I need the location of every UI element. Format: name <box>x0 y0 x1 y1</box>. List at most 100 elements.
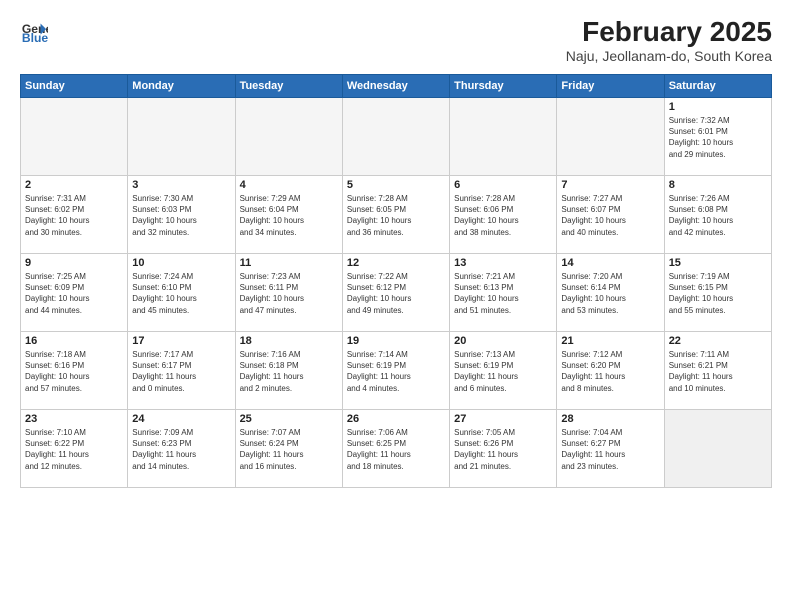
weekday-sunday: Sunday <box>21 75 128 98</box>
day-info: Sunrise: 7:04 AM Sunset: 6:27 PM Dayligh… <box>561 427 659 472</box>
day-info: Sunrise: 7:12 AM Sunset: 6:20 PM Dayligh… <box>561 349 659 394</box>
day-info: Sunrise: 7:07 AM Sunset: 6:24 PM Dayligh… <box>240 427 338 472</box>
calendar-cell: 18Sunrise: 7:16 AM Sunset: 6:18 PM Dayli… <box>235 332 342 410</box>
calendar-cell <box>664 410 771 488</box>
day-number: 5 <box>347 179 445 191</box>
calendar-cell: 3 Sunrise: 7:30 AM Sunset: 6:03 PM Daylig… <box>128 176 235 254</box>
calendar-cell: 28 Sunrise: 7:04 AM Sunset: 6:27 PM Dayli… <box>557 410 664 488</box>
calendar-title: February 2025 <box>566 16 772 48</box>
day-number: 3 <box>132 179 230 191</box>
weekday-saturday: Saturday <box>664 75 771 98</box>
calendar-cell: 20 Sunrise: 7:13 AM Sunset: 6:19 PM Dayli… <box>450 332 557 410</box>
title-section: February 2025 Naju, Jeollanam-do, South … <box>566 16 772 64</box>
calendar-cell <box>450 98 557 176</box>
day-number: 6 <box>454 179 552 191</box>
day-info: Sunrise: 7:21 AM Sunset: 6:13 PM Dayligh… <box>454 271 552 316</box>
day-number: 20 <box>454 335 552 347</box>
day-number: 14 <box>561 257 659 269</box>
day-number: 19 <box>347 335 445 347</box>
calendar-cell: 16 Sunrise: 7:18 AM Sunset: 6:16 PM Dayli… <box>21 332 128 410</box>
weekday-header-row: SundayMondayTuesdayWednesdayThursdayFrid… <box>21 75 772 98</box>
day-info: Sunrise: 7:18 AM Sunset: 6:16 PM Dayligh… <box>25 349 123 394</box>
calendar-cell: 22 Sunrise: 7:11 AM Sunset: 6:21 PM Dayli… <box>664 332 771 410</box>
calendar-cell: 14 Sunrise: 7:20 AM Sunset: 6:14 PM Dayli… <box>557 254 664 332</box>
calendar-cell: 19Sunrise: 7:14 AM Sunset: 6:19 PM Dayli… <box>342 332 449 410</box>
calendar-subtitle: Naju, Jeollanam-do, South Korea <box>566 48 772 64</box>
calendar-cell: 23 Sunrise: 7:10 AM Sunset: 6:22 PM Dayli… <box>21 410 128 488</box>
day-number: 13 <box>454 257 552 269</box>
calendar-cell <box>557 98 664 176</box>
calendar-cell: 8Sunrise: 7:26 AM Sunset: 6:08 PM Daylig… <box>664 176 771 254</box>
day-number: 25 <box>240 413 338 425</box>
day-number: 28 <box>561 413 659 425</box>
day-info: Sunrise: 7:23 AM Sunset: 6:11 PM Dayligh… <box>240 271 338 316</box>
calendar-table: SundayMondayTuesdayWednesdayThursdayFrid… <box>20 74 772 488</box>
calendar-cell: 12Sunrise: 7:22 AM Sunset: 6:12 PM Dayli… <box>342 254 449 332</box>
day-number: 15 <box>669 257 767 269</box>
day-info: Sunrise: 7:06 AM Sunset: 6:25 PM Dayligh… <box>347 427 445 472</box>
week-row-5: 23 Sunrise: 7:10 AM Sunset: 6:22 PM Dayli… <box>21 410 772 488</box>
calendar-cell <box>342 98 449 176</box>
calendar-cell: 25 Sunrise: 7:07 AM Sunset: 6:24 PM Dayli… <box>235 410 342 488</box>
weekday-friday: Friday <box>557 75 664 98</box>
calendar-cell: 27 Sunrise: 7:05 AM Sunset: 6:26 PM Dayli… <box>450 410 557 488</box>
day-info: Sunrise: 7:25 AM Sunset: 6:09 PM Dayligh… <box>25 271 123 316</box>
day-number: 7 <box>561 179 659 191</box>
calendar-cell: 5 Sunrise: 7:28 AM Sunset: 6:05 PM Daylig… <box>342 176 449 254</box>
day-number: 10 <box>132 257 230 269</box>
calendar-cell: 2 Sunrise: 7:31 AM Sunset: 6:02 PM Daylig… <box>21 176 128 254</box>
day-number: 16 <box>25 335 123 347</box>
weekday-wednesday: Wednesday <box>342 75 449 98</box>
page: General Blue February 2025 Naju, Jeollan… <box>0 0 792 612</box>
calendar-cell: 9 Sunrise: 7:25 AM Sunset: 6:09 PM Daylig… <box>21 254 128 332</box>
day-info: Sunrise: 7:20 AM Sunset: 6:14 PM Dayligh… <box>561 271 659 316</box>
day-info: Sunrise: 7:11 AM Sunset: 6:21 PM Dayligh… <box>669 349 767 394</box>
day-number: 23 <box>25 413 123 425</box>
day-number: 26 <box>347 413 445 425</box>
calendar-cell: 4 Sunrise: 7:29 AM Sunset: 6:04 PM Daylig… <box>235 176 342 254</box>
day-number: 2 <box>25 179 123 191</box>
day-info: Sunrise: 7:17 AM Sunset: 6:17 PM Dayligh… <box>132 349 230 394</box>
day-info: Sunrise: 7:27 AM Sunset: 6:07 PM Dayligh… <box>561 193 659 238</box>
day-info: Sunrise: 7:16 AM Sunset: 6:18 PM Dayligh… <box>240 349 338 394</box>
day-info: Sunrise: 7:05 AM Sunset: 6:26 PM Dayligh… <box>454 427 552 472</box>
calendar-cell: 7 Sunrise: 7:27 AM Sunset: 6:07 PM Daylig… <box>557 176 664 254</box>
day-number: 24 <box>132 413 230 425</box>
day-info: Sunrise: 7:29 AM Sunset: 6:04 PM Dayligh… <box>240 193 338 238</box>
day-number: 4 <box>240 179 338 191</box>
day-info: Sunrise: 7:28 AM Sunset: 6:05 PM Dayligh… <box>347 193 445 238</box>
calendar-cell: 13 Sunrise: 7:21 AM Sunset: 6:13 PM Dayli… <box>450 254 557 332</box>
day-info: Sunrise: 7:26 AM Sunset: 6:08 PM Dayligh… <box>669 193 767 238</box>
day-number: 9 <box>25 257 123 269</box>
calendar-cell <box>128 98 235 176</box>
day-info: Sunrise: 7:13 AM Sunset: 6:19 PM Dayligh… <box>454 349 552 394</box>
logo-icon: General Blue <box>20 16 48 44</box>
week-row-3: 9 Sunrise: 7:25 AM Sunset: 6:09 PM Daylig… <box>21 254 772 332</box>
calendar-cell: 11 Sunrise: 7:23 AM Sunset: 6:11 PM Dayli… <box>235 254 342 332</box>
day-info: Sunrise: 7:30 AM Sunset: 6:03 PM Dayligh… <box>132 193 230 238</box>
day-number: 1 <box>669 101 767 113</box>
day-number: 27 <box>454 413 552 425</box>
calendar-cell: 24Sunrise: 7:09 AM Sunset: 6:23 PM Dayli… <box>128 410 235 488</box>
calendar-cell <box>21 98 128 176</box>
day-info: Sunrise: 7:28 AM Sunset: 6:06 PM Dayligh… <box>454 193 552 238</box>
calendar-cell: 17Sunrise: 7:17 AM Sunset: 6:17 PM Dayli… <box>128 332 235 410</box>
calendar-cell: 1 Sunrise: 7:32 AM Sunset: 6:01 PM Daylig… <box>664 98 771 176</box>
header: General Blue February 2025 Naju, Jeollan… <box>20 16 772 64</box>
day-number: 11 <box>240 257 338 269</box>
calendar-cell: 26 Sunrise: 7:06 AM Sunset: 6:25 PM Dayli… <box>342 410 449 488</box>
logo: General Blue <box>20 16 48 44</box>
day-info: Sunrise: 7:10 AM Sunset: 6:22 PM Dayligh… <box>25 427 123 472</box>
calendar-cell: 21Sunrise: 7:12 AM Sunset: 6:20 PM Dayli… <box>557 332 664 410</box>
weekday-monday: Monday <box>128 75 235 98</box>
day-info: Sunrise: 7:31 AM Sunset: 6:02 PM Dayligh… <box>25 193 123 238</box>
weekday-tuesday: Tuesday <box>235 75 342 98</box>
day-number: 22 <box>669 335 767 347</box>
week-row-1: 1 Sunrise: 7:32 AM Sunset: 6:01 PM Daylig… <box>21 98 772 176</box>
calendar-cell: 6 Sunrise: 7:28 AM Sunset: 6:06 PM Daylig… <box>450 176 557 254</box>
calendar-cell: 10Sunrise: 7:24 AM Sunset: 6:10 PM Dayli… <box>128 254 235 332</box>
day-info: Sunrise: 7:19 AM Sunset: 6:15 PM Dayligh… <box>669 271 767 316</box>
calendar-cell: 15 Sunrise: 7:19 AM Sunset: 6:15 PM Dayli… <box>664 254 771 332</box>
svg-text:Blue: Blue <box>22 31 48 44</box>
day-info: Sunrise: 7:32 AM Sunset: 6:01 PM Dayligh… <box>669 115 767 160</box>
